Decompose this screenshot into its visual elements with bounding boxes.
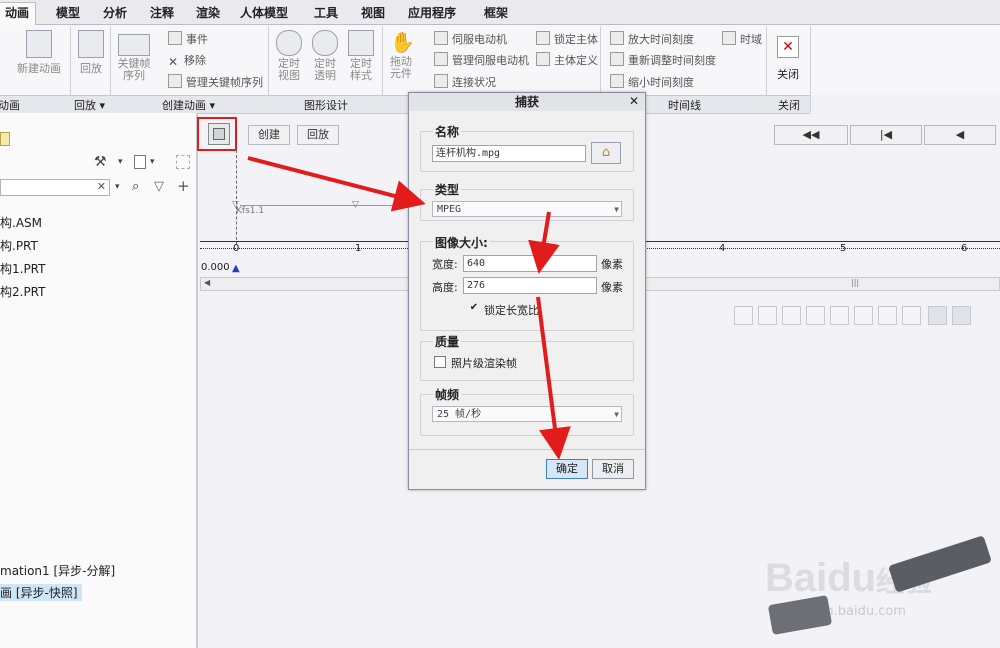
annotation-arrow [536,296,571,460]
annotation-arrows [247,156,571,460]
annotation-arrow [528,211,560,274]
annotation-arrow [247,156,426,212]
